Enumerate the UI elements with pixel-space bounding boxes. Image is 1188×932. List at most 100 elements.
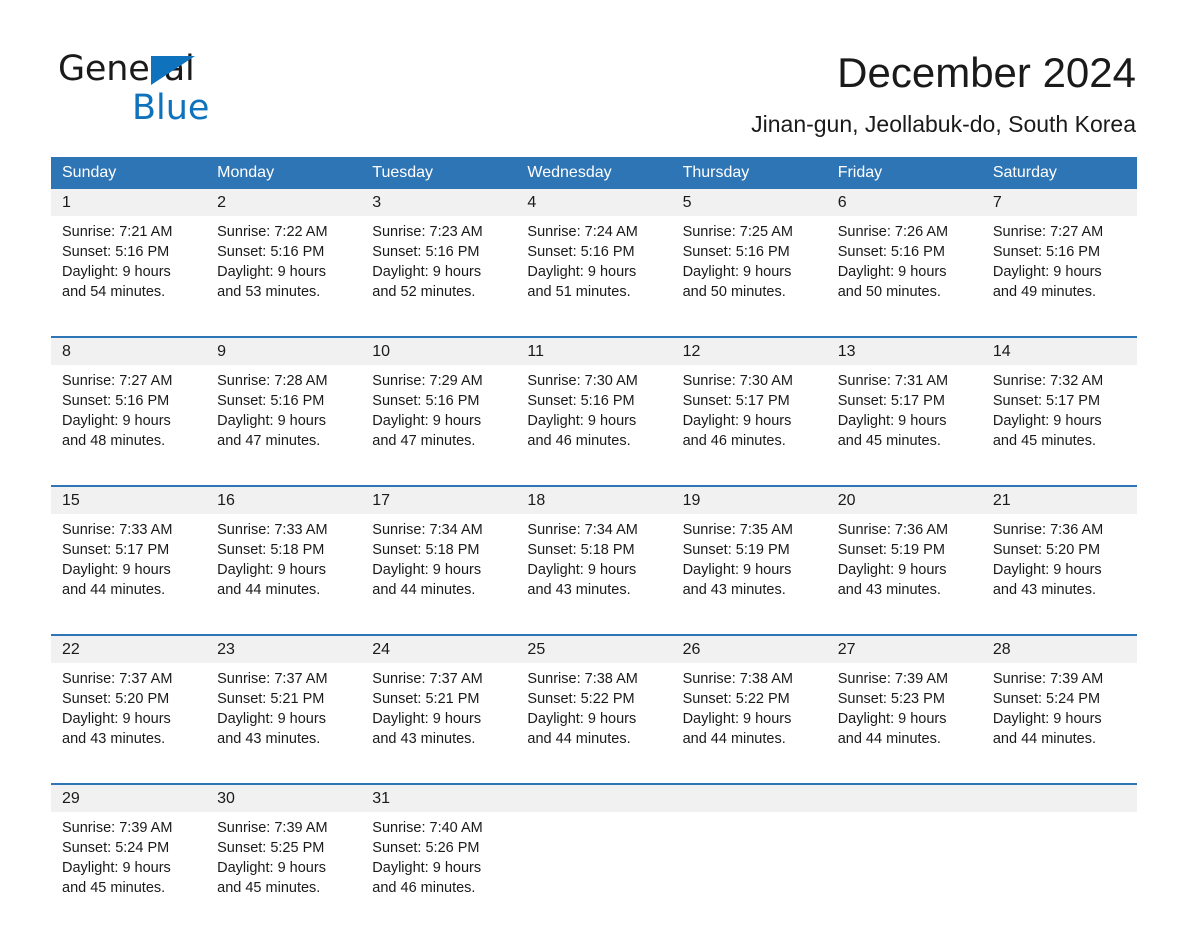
sunrise-text: Sunrise: 7:30 AM bbox=[682, 373, 793, 389]
daylight-text-line2: and 44 minutes. bbox=[372, 582, 476, 598]
daylight-text-line1: Daylight: 9 hours bbox=[682, 711, 792, 727]
generalblue-logo[interactable]: General Blue bbox=[58, 52, 318, 136]
daylight-text-line2: and 45 minutes. bbox=[217, 880, 321, 896]
day-number[interactable]: 25 bbox=[516, 634, 672, 663]
sunrise-text: Sunrise: 7:21 AM bbox=[62, 224, 173, 240]
daylight-text-line1: Daylight: 9 hours bbox=[527, 562, 637, 578]
daylight-text-line1: Daylight: 9 hours bbox=[837, 562, 947, 578]
week-4-details: Sunrise: 7:37 AM Sunset: 5:20 PM Dayligh… bbox=[51, 663, 1137, 784]
sunrise-text: Sunrise: 7:40 AM bbox=[372, 820, 483, 836]
sunset-text: Sunset: 5:16 PM bbox=[217, 393, 325, 409]
sunrise-text: Sunrise: 7:38 AM bbox=[527, 671, 638, 687]
day-cell-empty bbox=[826, 812, 982, 932]
daylight-text-line2: and 43 minutes. bbox=[682, 582, 786, 598]
sunset-text: Sunset: 5:19 PM bbox=[837, 542, 945, 558]
day-number[interactable]: 27 bbox=[826, 634, 982, 663]
day-number[interactable]: 8 bbox=[51, 336, 207, 365]
day-number[interactable]: 22 bbox=[51, 634, 207, 663]
day-number[interactable]: 24 bbox=[361, 634, 517, 663]
sunset-text: Sunset: 5:20 PM bbox=[992, 542, 1101, 558]
daylight-text-line1: Daylight: 9 hours bbox=[372, 711, 482, 727]
week-5-daynumbers: 29 30 31 bbox=[51, 783, 1137, 812]
sunset-text: Sunset: 5:24 PM bbox=[62, 840, 170, 856]
day-cell: Sunrise: 7:36 AM Sunset: 5:19 PM Dayligh… bbox=[826, 514, 982, 635]
logo-blue-label: Blue bbox=[132, 88, 210, 128]
day-number[interactable]: 11 bbox=[516, 336, 672, 365]
daylight-text-line1: Daylight: 9 hours bbox=[217, 860, 326, 876]
day-cell-empty bbox=[981, 812, 1137, 932]
day-cell: Sunrise: 7:40 AM Sunset: 5:26 PM Dayligh… bbox=[361, 812, 517, 932]
day-number[interactable]: 13 bbox=[826, 336, 982, 365]
sunset-text: Sunset: 5:17 PM bbox=[992, 393, 1101, 409]
daylight-text-line1: Daylight: 9 hours bbox=[527, 264, 637, 280]
daylight-text-line1: Daylight: 9 hours bbox=[837, 711, 947, 727]
page-title: December 2024 bbox=[837, 49, 1136, 96]
day-cell: Sunrise: 7:33 AM Sunset: 5:18 PM Dayligh… bbox=[206, 514, 362, 635]
sunset-text: Sunset: 5:18 PM bbox=[527, 542, 635, 558]
week-3-details: Sunrise: 7:33 AM Sunset: 5:17 PM Dayligh… bbox=[51, 514, 1137, 635]
day-number[interactable]: 7 bbox=[981, 189, 1137, 216]
day-number[interactable]: 10 bbox=[361, 336, 517, 365]
day-cell: Sunrise: 7:30 AM Sunset: 5:16 PM Dayligh… bbox=[516, 365, 672, 486]
sunrise-text: Sunrise: 7:33 AM bbox=[217, 522, 328, 538]
daylight-text-line1: Daylight: 9 hours bbox=[372, 860, 482, 876]
day-cell: Sunrise: 7:39 AM Sunset: 5:25 PM Dayligh… bbox=[206, 812, 362, 932]
day-number[interactable]: 18 bbox=[516, 485, 672, 514]
day-number[interactable]: 31 bbox=[361, 783, 517, 812]
day-number[interactable]: 1 bbox=[51, 189, 207, 216]
day-number[interactable]: 5 bbox=[671, 189, 827, 216]
day-number[interactable]: 17 bbox=[361, 485, 517, 514]
day-number[interactable]: 23 bbox=[206, 634, 362, 663]
day-number[interactable]: 21 bbox=[981, 485, 1137, 514]
day-number[interactable]: 2 bbox=[206, 189, 362, 216]
day-number[interactable]: 16 bbox=[206, 485, 362, 514]
day-number[interactable]: 14 bbox=[981, 336, 1137, 365]
day-number[interactable]: 4 bbox=[516, 189, 672, 216]
day-number[interactable]: 26 bbox=[671, 634, 827, 663]
sunset-text: Sunset: 5:17 PM bbox=[62, 542, 170, 558]
daylight-text-line2: and 45 minutes. bbox=[992, 433, 1097, 449]
daylight-text-line2: and 44 minutes. bbox=[682, 731, 786, 747]
day-number-empty bbox=[826, 783, 982, 812]
sunrise-text: Sunrise: 7:25 AM bbox=[682, 224, 793, 240]
day-cell: Sunrise: 7:25 AM Sunset: 5:16 PM Dayligh… bbox=[671, 216, 827, 337]
sunset-text: Sunset: 5:16 PM bbox=[217, 244, 325, 260]
day-number[interactable]: 15 bbox=[51, 485, 207, 514]
day-number[interactable]: 29 bbox=[51, 783, 207, 812]
daylight-text-line1: Daylight: 9 hours bbox=[62, 413, 171, 429]
daylight-text-line2: and 43 minutes. bbox=[527, 582, 631, 598]
day-number[interactable]: 12 bbox=[671, 336, 827, 365]
sunrise-sunset-calendar: Sunday Monday Tuesday Wednesday Thursday… bbox=[51, 157, 1137, 932]
sunrise-text: Sunrise: 7:39 AM bbox=[837, 671, 949, 687]
day-number[interactable]: 3 bbox=[361, 189, 517, 216]
daylight-text-line2: and 46 minutes. bbox=[372, 880, 476, 896]
daylight-text-line1: Daylight: 9 hours bbox=[217, 711, 326, 727]
day-number[interactable]: 9 bbox=[206, 336, 362, 365]
day-number[interactable]: 30 bbox=[206, 783, 362, 812]
sunrise-text: Sunrise: 7:34 AM bbox=[527, 522, 638, 538]
sunrise-text: Sunrise: 7:31 AM bbox=[837, 373, 949, 389]
day-number[interactable]: 28 bbox=[981, 634, 1137, 663]
sunset-text: Sunset: 5:18 PM bbox=[372, 542, 480, 558]
day-cell-empty bbox=[516, 812, 672, 932]
daylight-text-line2: and 44 minutes. bbox=[217, 582, 321, 598]
day-cell: Sunrise: 7:38 AM Sunset: 5:22 PM Dayligh… bbox=[516, 663, 672, 784]
daylight-text-line1: Daylight: 9 hours bbox=[62, 264, 171, 280]
day-cell: Sunrise: 7:33 AM Sunset: 5:17 PM Dayligh… bbox=[51, 514, 207, 635]
logo-triangle-icon bbox=[151, 56, 195, 85]
day-number[interactable]: 19 bbox=[671, 485, 827, 514]
sunset-text: Sunset: 5:24 PM bbox=[992, 691, 1101, 707]
daylight-text-line1: Daylight: 9 hours bbox=[62, 562, 171, 578]
sunrise-text: Sunrise: 7:29 AM bbox=[372, 373, 483, 389]
sunset-text: Sunset: 5:16 PM bbox=[992, 244, 1101, 260]
logo-text-general: General bbox=[58, 52, 318, 90]
daylight-text-line1: Daylight: 9 hours bbox=[682, 413, 792, 429]
sunrise-text: Sunrise: 7:26 AM bbox=[837, 224, 949, 240]
sunrise-text: Sunrise: 7:38 AM bbox=[682, 671, 793, 687]
day-number[interactable]: 6 bbox=[826, 189, 982, 216]
sunrise-text: Sunrise: 7:23 AM bbox=[372, 224, 483, 240]
day-cell: Sunrise: 7:35 AM Sunset: 5:19 PM Dayligh… bbox=[671, 514, 827, 635]
sunset-text: Sunset: 5:25 PM bbox=[217, 840, 325, 856]
daylight-text-line2: and 53 minutes. bbox=[217, 284, 321, 300]
day-number[interactable]: 20 bbox=[826, 485, 982, 514]
